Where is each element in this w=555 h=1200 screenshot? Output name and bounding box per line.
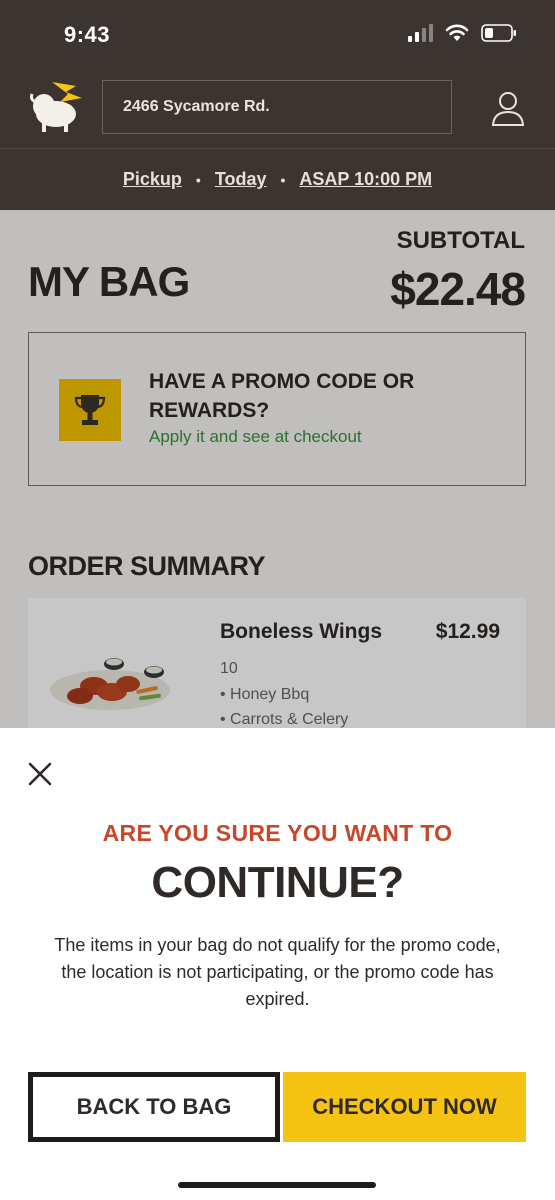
confirm-continue-modal: ARE YOU SURE YOU WANT TO CONTINUE? The i… <box>0 728 555 1200</box>
wifi-icon <box>445 24 469 41</box>
close-icon[interactable] <box>26 760 54 788</box>
day-option-link[interactable]: Today <box>215 169 267 190</box>
modal-title: CONTINUE? <box>151 858 404 907</box>
modal-backdrop[interactable] <box>0 210 555 730</box>
cellular-signal-icon <box>408 24 433 42</box>
time-option-link[interactable]: ASAP 10:00 PM <box>299 169 432 190</box>
modal-message: The items in your bag do not qualify for… <box>54 935 501 1009</box>
app-header: 2466 Sycamore Rd. <box>0 70 555 148</box>
buffalo-logo-icon[interactable] <box>26 76 88 138</box>
back-to-bag-button[interactable]: BACK TO BAG <box>28 1072 280 1142</box>
checkout-now-button[interactable]: CHECKOUT NOW <box>283 1072 526 1142</box>
user-profile-icon[interactable] <box>488 88 528 128</box>
status-icons <box>408 24 517 42</box>
modal-pre-title: ARE YOU SURE YOU WANT TO <box>102 820 453 846</box>
battery-icon <box>481 24 516 42</box>
status-bar: 9:43 <box>0 0 555 70</box>
pickup-option-link[interactable]: Pickup <box>123 169 182 190</box>
order-options-bar: Pickup • Today • ASAP 10:00 PM <box>0 148 555 210</box>
home-indicator[interactable] <box>178 1182 376 1188</box>
separator-dot: • <box>280 171 286 188</box>
status-time: 9:43 <box>64 22 111 47</box>
separator-dot: • <box>195 171 201 188</box>
location-address-field[interactable]: 2466 Sycamore Rd. <box>102 80 452 134</box>
